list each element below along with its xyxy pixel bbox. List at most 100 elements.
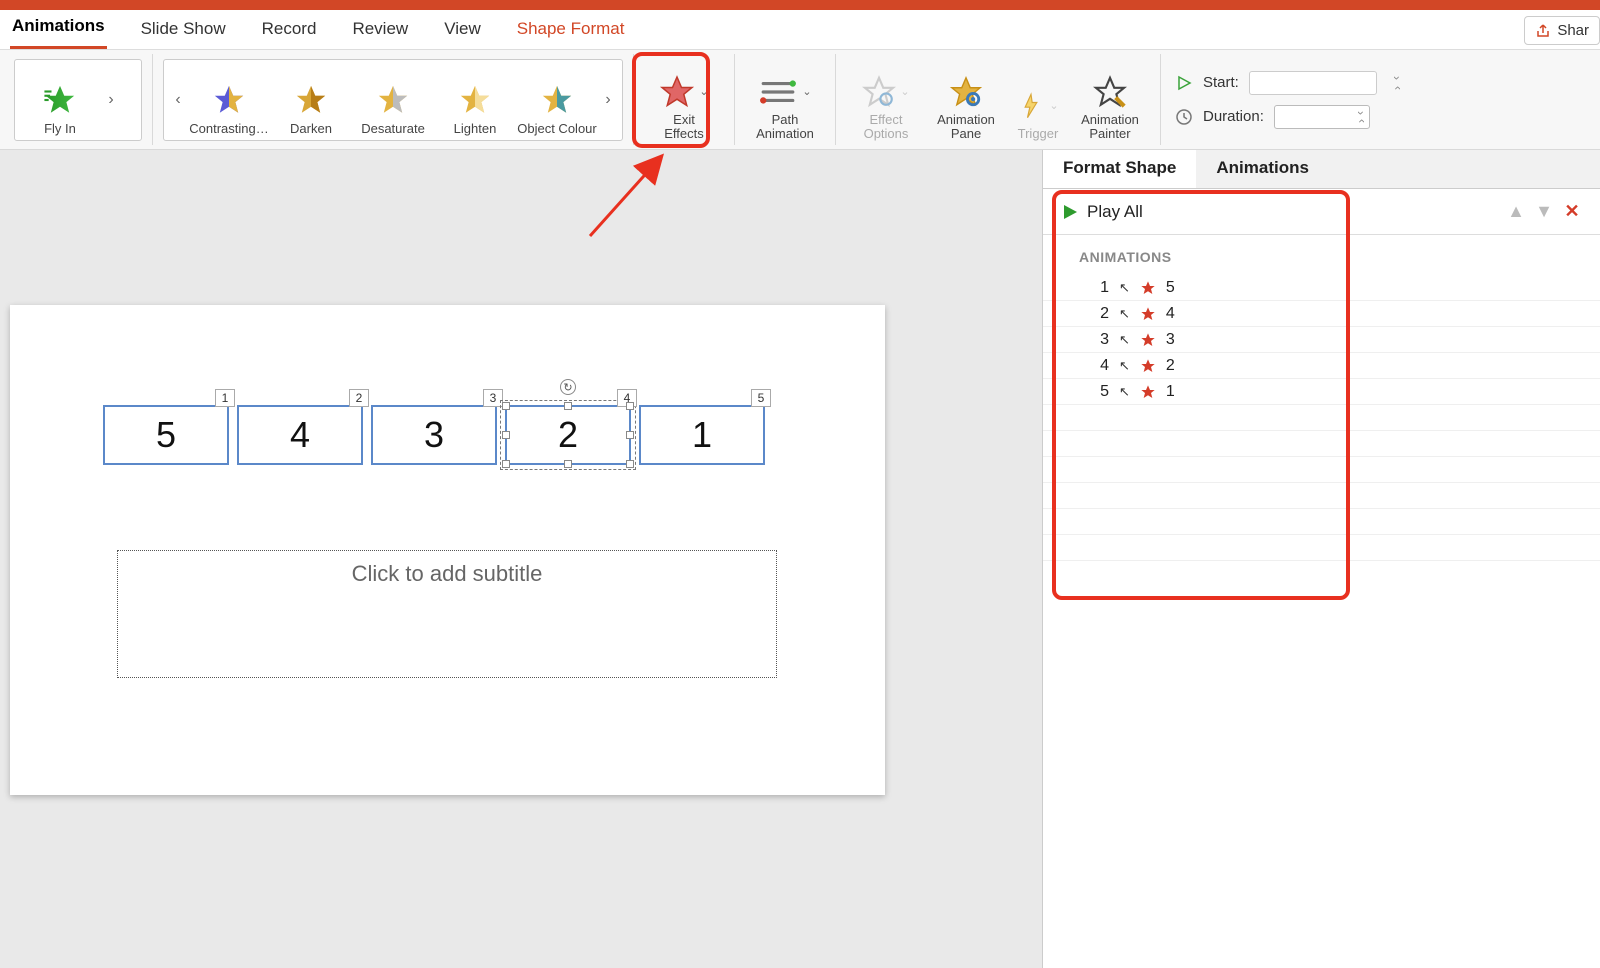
- gallery-prev-icon[interactable]: ‹: [168, 91, 188, 109]
- play-outline-icon: [1175, 74, 1193, 92]
- anim-order: 3: [1095, 331, 1109, 349]
- path-icon: [758, 73, 798, 111]
- resize-handle[interactable]: [502, 460, 510, 468]
- right-panel-tabs: Format Shape Animations: [1043, 150, 1600, 188]
- chevron-down-icon: ⌄: [900, 86, 909, 98]
- share-button[interactable]: Shar: [1524, 16, 1600, 45]
- tab-animations-pane[interactable]: Animations: [1196, 150, 1329, 188]
- shape-box[interactable]: 1 5: [103, 405, 229, 465]
- anim-target: 4: [1166, 305, 1175, 323]
- shape-box[interactable]: 5 1: [639, 405, 765, 465]
- rotate-handle-icon[interactable]: ↻: [560, 379, 576, 395]
- ribbon: Fly In › ‹ Contrasting… Darken Desaturat…: [0, 50, 1600, 150]
- tab-review[interactable]: Review: [350, 11, 410, 49]
- tab-view[interactable]: View: [442, 11, 483, 49]
- exit-star-icon: [1140, 332, 1156, 348]
- anim-order: 1: [1095, 279, 1109, 297]
- emphasis-effects-gallery[interactable]: ‹ Contrasting… Darken Desaturate Lighten…: [163, 59, 623, 141]
- tab-shape-format[interactable]: Shape Format: [515, 11, 627, 49]
- gallery-next-icon[interactable]: ›: [598, 91, 618, 109]
- animation-painter-button[interactable]: AnimationPainter: [1070, 54, 1150, 146]
- anim-order-tag[interactable]: 1: [215, 389, 235, 407]
- subtitle-placeholder[interactable]: Click to add subtitle: [117, 550, 777, 678]
- effect-label: Object Colour: [517, 121, 596, 136]
- effect-label: Fly In: [44, 121, 76, 136]
- resize-handle[interactable]: [564, 402, 572, 410]
- animation-pane-button[interactable]: AnimationPane: [926, 54, 1006, 146]
- effect-contrasting[interactable]: Contrasting…: [188, 61, 270, 139]
- animation-list-item[interactable]: 2 ↖ 4: [1043, 301, 1600, 327]
- resize-handle[interactable]: [502, 402, 510, 410]
- exit-effects-button[interactable]: ⌄ ExitEffects: [644, 54, 724, 146]
- start-input[interactable]: [1249, 71, 1377, 95]
- animation-pane-body: Play All ▲ ▼ ✕ ANIMATIONS 1 ↖ 5 2 ↖ 4 3: [1043, 188, 1600, 968]
- close-icon[interactable]: ✕: [1562, 201, 1582, 222]
- resize-handle[interactable]: [564, 460, 572, 468]
- play-all-label[interactable]: Play All: [1087, 202, 1143, 222]
- shape-row: 1 5 2 4 3 3 ↻ 4 2: [103, 405, 765, 465]
- anim-order: 4: [1095, 357, 1109, 375]
- animation-list-item[interactable]: 4 ↖ 2: [1043, 353, 1600, 379]
- animation-list-item[interactable]: 3 ↖ 3: [1043, 327, 1600, 353]
- resize-handle[interactable]: [626, 402, 634, 410]
- cursor-icon: ↖: [1119, 306, 1130, 322]
- resize-handle[interactable]: [626, 431, 634, 439]
- tab-slideshow[interactable]: Slide Show: [139, 11, 228, 49]
- shape-text: 1: [692, 414, 712, 456]
- resize-handle[interactable]: [502, 431, 510, 439]
- resize-handle[interactable]: [626, 460, 634, 468]
- anim-target: 1: [1166, 383, 1175, 401]
- move-down-icon[interactable]: ▼: [1534, 201, 1554, 222]
- shape-text: 5: [156, 414, 176, 456]
- anim-target: 2: [1166, 357, 1175, 375]
- effect-options-button: ⌄ EffectOptions: [846, 54, 926, 146]
- exit-star-icon: [1140, 358, 1156, 374]
- animation-list-item[interactable]: 5 ↖ 1: [1043, 379, 1600, 405]
- play-icon[interactable]: [1061, 203, 1079, 221]
- entrance-gallery-group: Fly In ›: [4, 54, 153, 145]
- slide-editor-area[interactable]: 1 1 5 2 4 3 3 ↻ 4 2: [0, 150, 1042, 968]
- star-icon: [458, 83, 492, 117]
- path-group: ⌄ PathAnimation: [735, 54, 836, 145]
- effect-desaturate[interactable]: Desaturate: [352, 61, 434, 139]
- options-group: ⌄ EffectOptions AnimationPane ⌄ Trigger …: [836, 54, 1161, 145]
- effect-lighten[interactable]: Lighten: [434, 61, 516, 139]
- shape-text: 4: [290, 414, 310, 456]
- chevron-down-icon: ⌄: [1049, 100, 1058, 112]
- tab-record[interactable]: Record: [260, 11, 319, 49]
- star-icon: [659, 73, 695, 111]
- anim-order: 2: [1095, 305, 1109, 323]
- shape-box[interactable]: 2 4: [237, 405, 363, 465]
- star-icon: [294, 83, 328, 117]
- tab-animations[interactable]: Animations: [10, 8, 107, 49]
- animation-list-item[interactable]: 1 ↖ 5: [1043, 275, 1600, 301]
- move-up-icon[interactable]: ▲: [1506, 201, 1526, 222]
- anim-order-tag[interactable]: 2: [349, 389, 369, 407]
- cursor-icon: ↖: [1119, 384, 1130, 400]
- cursor-icon: ↖: [1119, 332, 1130, 348]
- cursor-icon: ↖: [1119, 280, 1130, 296]
- star-icon: [540, 83, 574, 117]
- shape-box-selected[interactable]: ↻ 4 2: [505, 405, 631, 465]
- start-label: Start:: [1203, 74, 1239, 91]
- duration-input[interactable]: [1274, 105, 1370, 129]
- animations-list-header: ANIMATIONS: [1043, 235, 1600, 275]
- star-gear-icon: [949, 73, 983, 111]
- effect-object-colour[interactable]: Object Colour: [516, 61, 598, 139]
- timing-group: Start: Duration:: [1161, 54, 1419, 145]
- start-spin[interactable]: [1387, 71, 1405, 95]
- workspace: 1 1 5 2 4 3 3 ↻ 4 2: [0, 150, 1600, 968]
- emphasis-gallery-group: ‹ Contrasting… Darken Desaturate Lighten…: [153, 54, 634, 145]
- effect-darken[interactable]: Darken: [270, 61, 352, 139]
- path-animation-button[interactable]: ⌄ PathAnimation: [745, 54, 825, 146]
- tab-format-shape[interactable]: Format Shape: [1043, 150, 1196, 188]
- anim-order-tag[interactable]: 5: [751, 389, 771, 407]
- shape-box[interactable]: 3 3: [371, 405, 497, 465]
- entrance-effects-gallery[interactable]: Fly In ›: [14, 59, 142, 141]
- exit-star-icon: [1140, 306, 1156, 322]
- share-icon: [1535, 23, 1551, 39]
- effect-fly-in[interactable]: Fly In: [19, 61, 101, 139]
- gallery-next-icon[interactable]: ›: [101, 91, 121, 109]
- anim-target: 3: [1166, 331, 1175, 349]
- anim-order-tag[interactable]: 3: [483, 389, 503, 407]
